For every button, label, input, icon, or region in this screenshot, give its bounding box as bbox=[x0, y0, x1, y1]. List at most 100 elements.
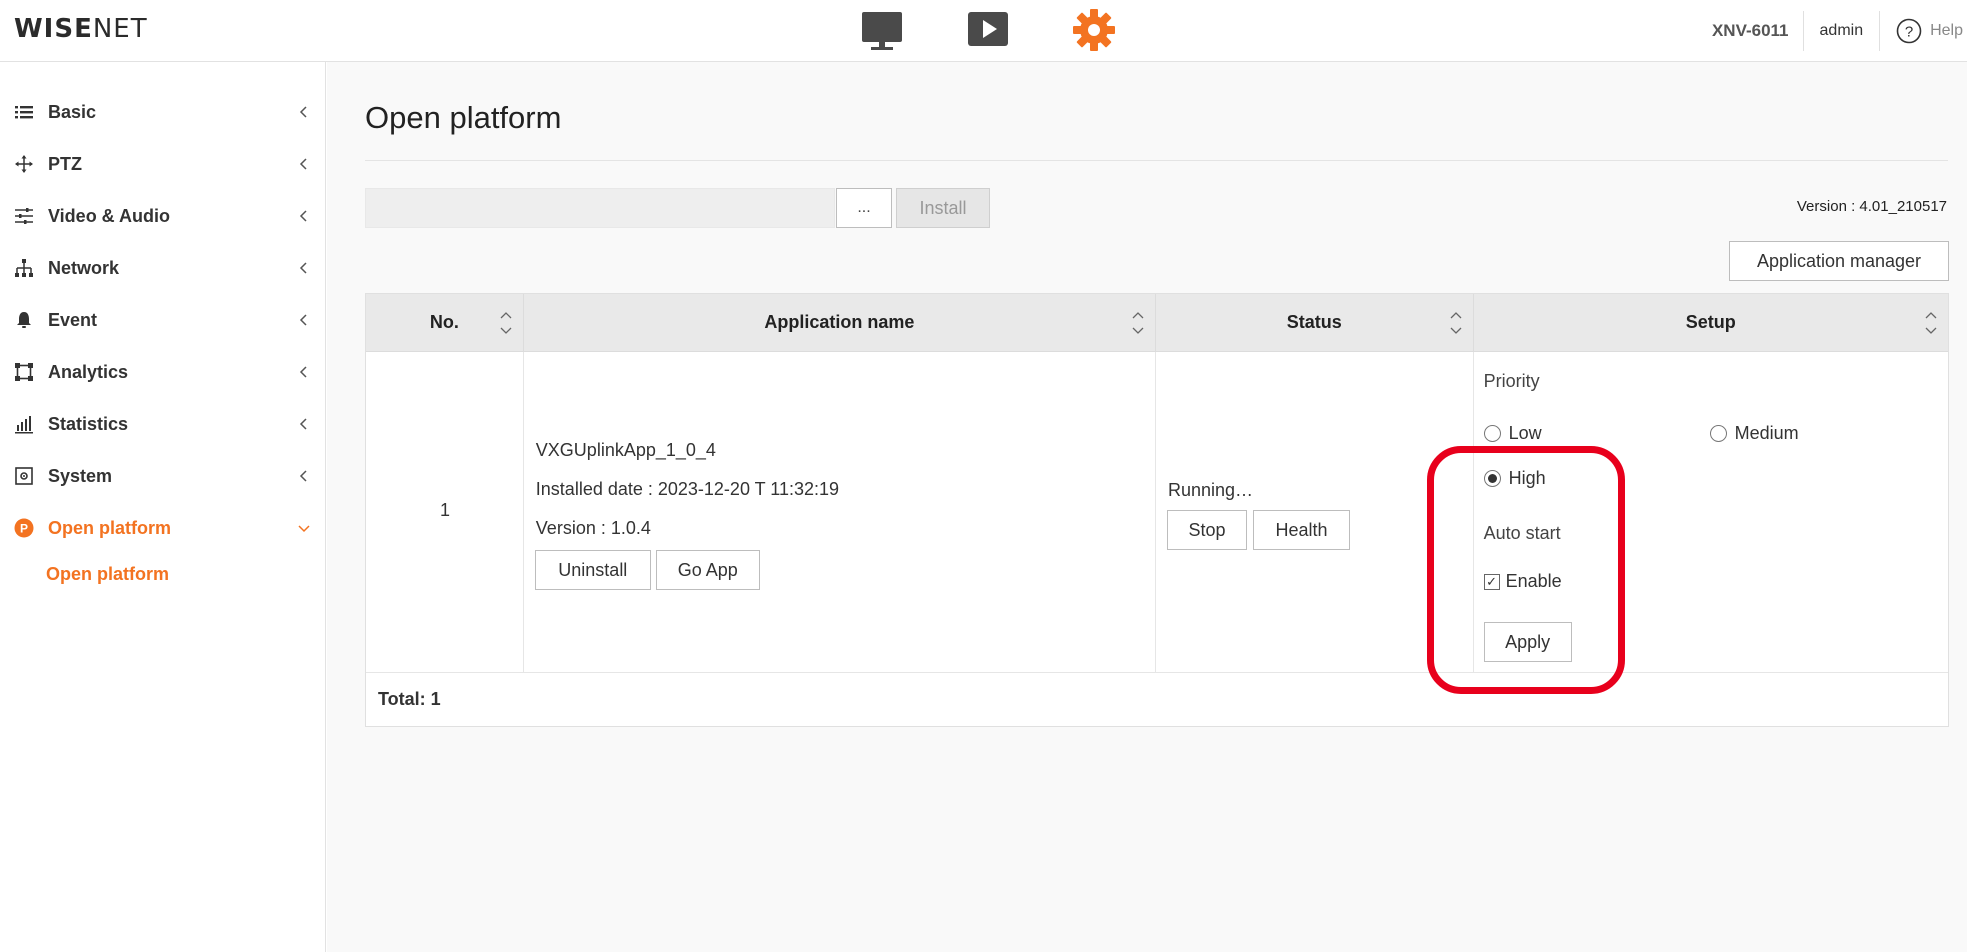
title-divider bbox=[365, 160, 1948, 161]
radio-label: High bbox=[1508, 468, 1546, 488]
application-name: VXGUplinkApp_1_0_4 bbox=[535, 440, 716, 460]
analytics-icon bbox=[14, 362, 34, 382]
sidebar-item-label: PTZ bbox=[48, 153, 82, 174]
chevron-left-icon bbox=[299, 262, 307, 274]
bar-chart-icon bbox=[14, 414, 34, 434]
network-icon bbox=[14, 258, 34, 278]
sidebar-item-label: Open platform bbox=[48, 517, 172, 538]
sidebar-item-label: Event bbox=[48, 309, 98, 330]
sort-icon[interactable] bbox=[1449, 306, 1463, 340]
priority-radio-low[interactable]: Low bbox=[1483, 423, 1542, 444]
chevron-left-icon bbox=[299, 210, 307, 222]
enable-checkbox[interactable]: ✓ Enable bbox=[1483, 571, 1562, 592]
monitor-icon[interactable] bbox=[860, 8, 904, 52]
list-icon bbox=[14, 102, 34, 122]
sort-icon[interactable] bbox=[499, 306, 513, 340]
svg-text:?: ? bbox=[1905, 24, 1913, 41]
sidebar-item-event[interactable]: Event bbox=[0, 294, 325, 346]
sort-icon[interactable] bbox=[1131, 306, 1145, 340]
wisenet-logo[interactable]: WISENET bbox=[14, 14, 148, 44]
sidebar-item-video-audio[interactable]: Video & Audio bbox=[0, 190, 325, 242]
bell-icon bbox=[14, 310, 34, 330]
chevron-down-icon bbox=[298, 525, 310, 533]
sidebar-item-label: Video & Audio bbox=[48, 205, 171, 226]
file-path-input[interactable] bbox=[365, 188, 835, 228]
main-content: Open platform ... Install Version : 4.01… bbox=[327, 62, 1967, 952]
stop-button[interactable]: Stop bbox=[1167, 510, 1247, 550]
column-header-setup[interactable]: Setup bbox=[1474, 294, 1948, 351]
cell-setup: Priority Low Medium High Auto start ✓ En… bbox=[1474, 352, 1948, 672]
health-button[interactable]: Health bbox=[1253, 510, 1350, 550]
sliders-icon bbox=[14, 206, 34, 226]
cell-status: Running… Stop Health bbox=[1156, 352, 1474, 672]
help-label: Help bbox=[1930, 22, 1963, 39]
help-button[interactable]: ? Help bbox=[1880, 11, 1967, 51]
application-table: No. Application name Status Setup 1 VXGU… bbox=[365, 293, 1949, 727]
cell-no: 1 bbox=[366, 352, 524, 672]
column-header-status[interactable]: Status bbox=[1156, 294, 1474, 351]
chevron-left-icon bbox=[299, 106, 307, 118]
open-platform-icon: P bbox=[14, 518, 34, 538]
sort-icon[interactable] bbox=[1924, 306, 1938, 340]
sidebar-item-system[interactable]: System bbox=[0, 450, 325, 502]
column-header-application-name[interactable]: Application name bbox=[524, 294, 1156, 351]
apply-button[interactable]: Apply bbox=[1483, 622, 1572, 662]
user-name[interactable]: admin bbox=[1804, 11, 1881, 51]
cell-application-name: VXGUplinkApp_1_0_4 Installed date : 2023… bbox=[524, 352, 1156, 672]
top-right: XNV-6011 admin ? Help bbox=[1698, 0, 1967, 62]
status-text: Running… bbox=[1168, 480, 1254, 500]
row-number: 1 bbox=[439, 500, 450, 520]
chevron-left-icon bbox=[299, 418, 307, 430]
radio-label: Low bbox=[1508, 423, 1542, 443]
radio-button[interactable] bbox=[1483, 425, 1501, 442]
svg-text:P: P bbox=[20, 522, 28, 536]
uninstall-button[interactable]: Uninstall bbox=[534, 550, 651, 590]
page-title: Open platform bbox=[365, 100, 562, 135]
model-name: XNV-6011 bbox=[1698, 11, 1804, 51]
sidebar-item-analytics[interactable]: Analytics bbox=[0, 346, 325, 398]
chevron-left-icon bbox=[299, 158, 307, 170]
column-header-no[interactable]: No. bbox=[366, 294, 524, 351]
total-count: Total: 1 bbox=[378, 689, 441, 709]
system-icon bbox=[14, 466, 34, 486]
browse-button[interactable]: ... bbox=[836, 188, 892, 228]
sidebar-item-label: System bbox=[48, 465, 113, 486]
sidebar-item-ptz[interactable]: PTZ bbox=[0, 138, 325, 190]
sidebar-item-label: Basic bbox=[48, 101, 97, 122]
install-button[interactable]: Install bbox=[896, 188, 990, 228]
table-footer: Total: 1 bbox=[366, 672, 1948, 726]
checkbox-label: Enable bbox=[1505, 571, 1562, 591]
help-icon: ? bbox=[1896, 18, 1922, 44]
installed-date: Installed date : 2023-12-20 T 11:32:19 bbox=[535, 479, 840, 499]
table-row: 1 VXGUplinkApp_1_0_4 Installed date : 20… bbox=[366, 352, 1948, 672]
radio-button[interactable] bbox=[1709, 425, 1727, 442]
sidebar-item-label: Statistics bbox=[48, 413, 129, 434]
application-manager-button[interactable]: Application manager bbox=[1729, 241, 1949, 281]
chevron-left-icon bbox=[299, 366, 307, 378]
top-bar: WISENET XNV-6011 admin ? Help bbox=[0, 0, 1967, 62]
sidebar-item-basic[interactable]: Basic bbox=[0, 86, 325, 138]
play-icon[interactable] bbox=[966, 8, 1010, 52]
sidebar: Basic PTZ Video & Audio Network Event An… bbox=[0, 62, 326, 952]
sidebar-subitem-open-platform[interactable]: Open platform bbox=[0, 554, 325, 594]
move-icon bbox=[14, 154, 34, 174]
table-header: No. Application name Status Setup bbox=[366, 294, 1948, 352]
checkbox-checked-icon[interactable]: ✓ bbox=[1483, 573, 1500, 590]
auto-start-label: Auto start bbox=[1483, 523, 1561, 543]
sidebar-item-label: Analytics bbox=[48, 361, 129, 382]
sidebar-item-statistics[interactable]: Statistics bbox=[0, 398, 325, 450]
column-header-label: No. bbox=[429, 312, 459, 332]
sidebar-item-open-platform[interactable]: P Open platform bbox=[0, 502, 325, 554]
radio-button-selected[interactable] bbox=[1483, 470, 1501, 487]
go-app-button[interactable]: Go App bbox=[655, 550, 760, 590]
sidebar-item-network[interactable]: Network bbox=[0, 242, 325, 294]
priority-radio-high[interactable]: High bbox=[1483, 468, 1546, 489]
platform-version: Version : 4.01_210517 bbox=[1796, 198, 1947, 215]
priority-label: Priority bbox=[1483, 371, 1540, 391]
application-version: Version : 1.0.4 bbox=[535, 518, 651, 538]
sidebar-item-label: Network bbox=[48, 257, 120, 278]
column-header-label: Setup bbox=[1685, 312, 1736, 332]
gear-icon[interactable] bbox=[1072, 8, 1116, 52]
priority-radio-medium[interactable]: Medium bbox=[1709, 423, 1799, 444]
chevron-left-icon bbox=[299, 314, 307, 326]
